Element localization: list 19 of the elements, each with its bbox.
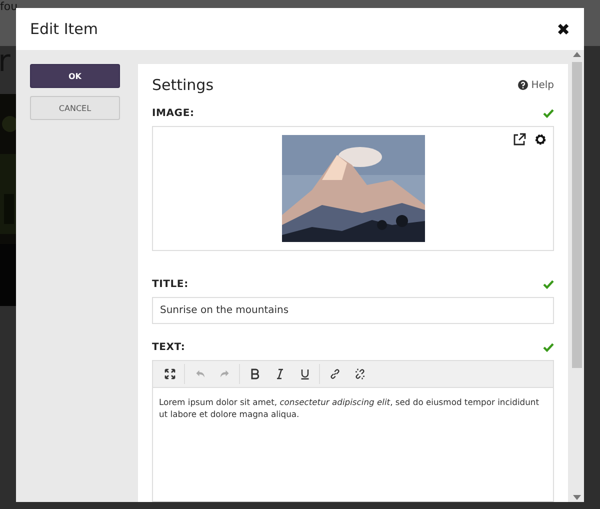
external-link-icon[interactable]: [513, 133, 526, 146]
field-label: TITLE:: [152, 279, 188, 290]
scroll-up-icon[interactable]: [573, 52, 581, 57]
panel-title: Settings: [152, 76, 214, 94]
ok-button[interactable]: OK: [30, 64, 120, 88]
background-text: fou: [0, 0, 18, 13]
title-input[interactable]: Sunrise on the mountains: [152, 297, 554, 324]
dialog-title: Edit Item: [30, 20, 98, 38]
scroll-down-icon[interactable]: [573, 495, 581, 500]
settings-icon[interactable]: [534, 133, 547, 146]
help-link[interactable]: Help: [531, 80, 554, 90]
field-label: IMAGE:: [152, 108, 194, 119]
help-icon[interactable]: [518, 80, 528, 90]
editor-text: Lorem ipsum dolor sit amet, consectetur adipiscing elit, sed do eiusmod tempor incididunt ut labore et dolore magna aliqua.: [158, 396, 540, 422]
close-button[interactable]: ✖: [556, 20, 570, 38]
cancel-button[interactable]: CANCEL: [30, 96, 120, 120]
text-editor[interactable]: Lorem ipsum dolor sit amet, consectetur adipiscing elit, sed do eiusmod tempor incididunt ut labore et dolore magna aliqua.: [152, 360, 554, 502]
scrollbar[interactable]: [570, 50, 584, 502]
field-label: TEXT:: [152, 342, 186, 353]
